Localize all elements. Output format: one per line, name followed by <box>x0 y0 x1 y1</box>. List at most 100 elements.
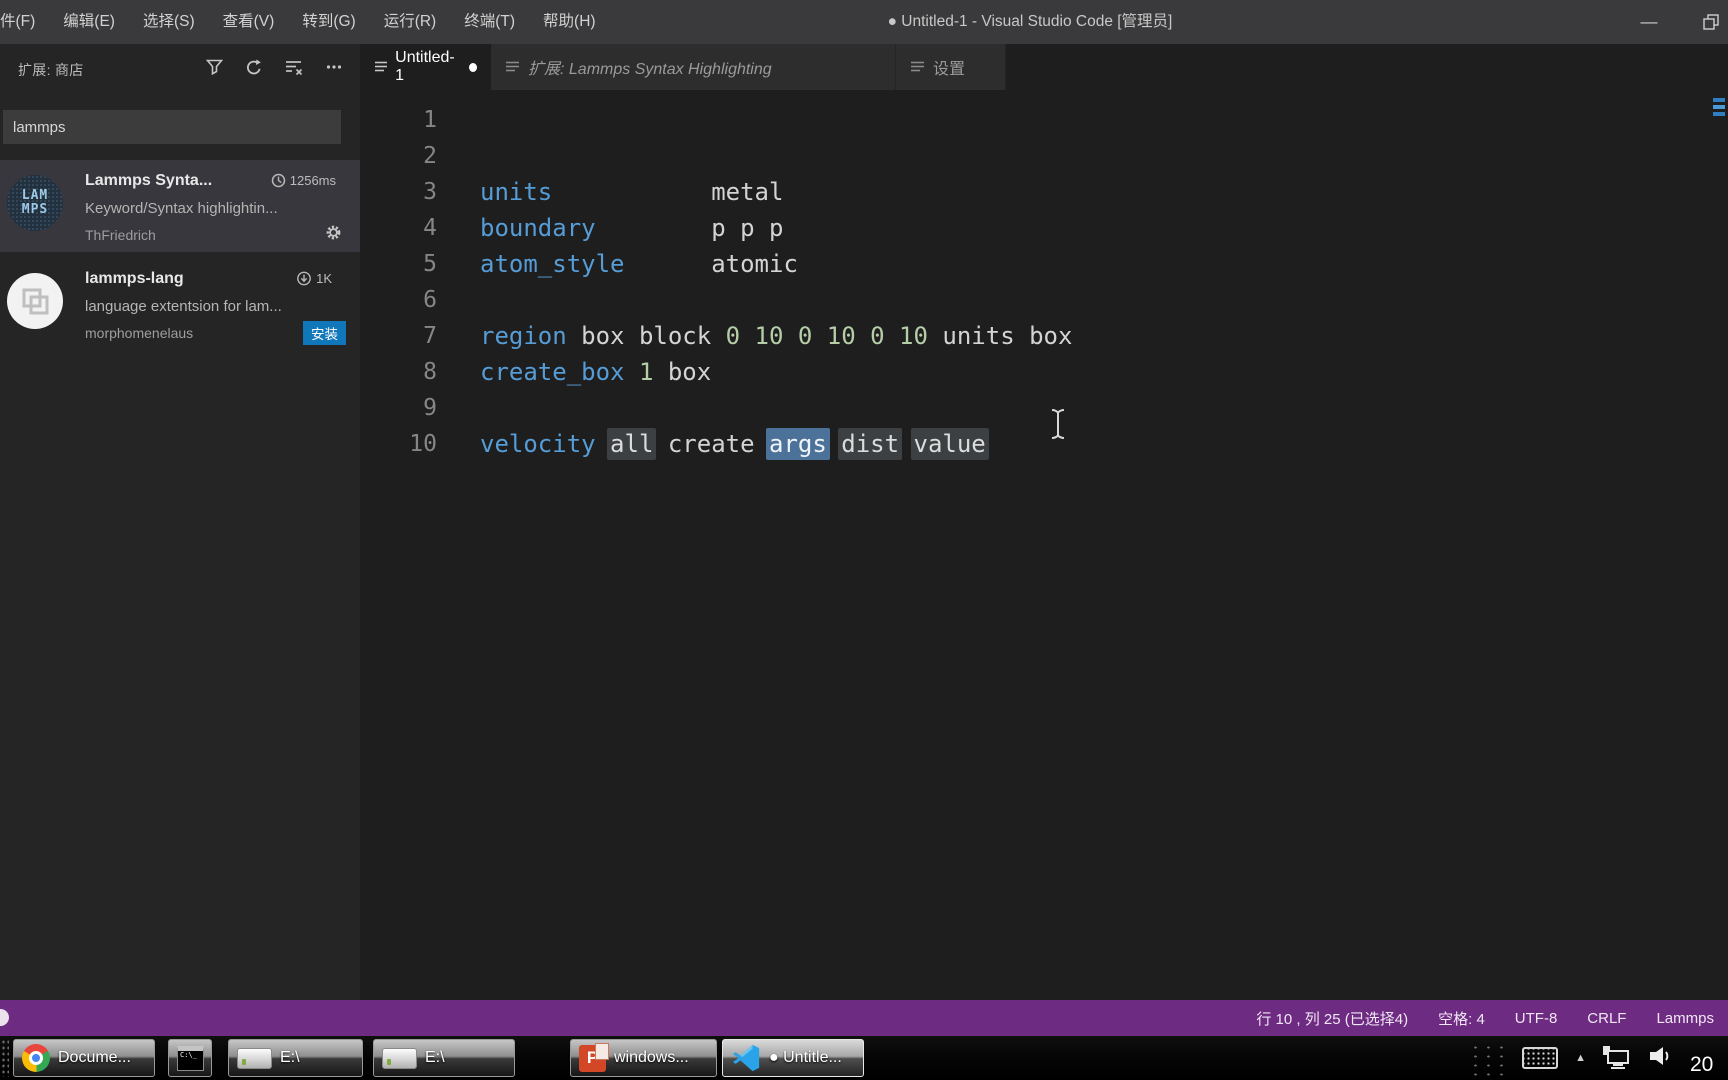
taskbar-button-label: E:\ <box>280 1049 300 1066</box>
code-token: atomic <box>624 250 798 278</box>
lammps-lang-extension-logo <box>7 273 63 329</box>
taskbar-grip <box>1 1039 9 1077</box>
system-tray: ▲ 20 <box>1467 1036 1728 1080</box>
taskbar-clock[interactable]: 20 <box>1690 1053 1724 1077</box>
menu-item-8[interactable]: 帮助(H) <box>529 0 610 44</box>
logo-text: LAM <box>21 188 49 203</box>
code-token: boundary <box>480 214 596 242</box>
code-line-1: 1 <box>360 102 1728 138</box>
mouse-ibeam-cursor <box>1050 408 1066 445</box>
clear-extension-search-icon[interactable] <box>284 57 304 77</box>
taskbar-button-powerpoint[interactable]: Pwindows... <box>570 1039 717 1077</box>
menu-item-5[interactable]: 转到(G) <box>288 0 369 44</box>
speaker-tray-icon[interactable] <box>1648 1044 1673 1073</box>
code-token: create <box>653 430 769 458</box>
extensions-sidebar: 扩展: 商店 LAM MPS Lammps Synta... 1256ms <box>0 44 360 1000</box>
tab-label: 扩展: Lammps Syntax Highlighting <box>528 61 772 78</box>
code-token: units <box>480 178 553 206</box>
keyboard-tray-icon[interactable] <box>1522 1047 1559 1069</box>
file-icon <box>375 61 388 72</box>
taskbar-button-explorer-e1[interactable]: E:\ <box>228 1039 363 1077</box>
encoding-indicator[interactable]: UTF-8 <box>1515 1010 1558 1027</box>
load-time-value: 1256ms <box>289 173 336 188</box>
editor-tabs-bar: Untitled-1 扩展: Lammps Syntax Highlightin… <box>360 44 1728 90</box>
unsaved-changes-dot[interactable] <box>469 62 477 72</box>
status-bar-items: 行 10 , 列 25 (已选择4) 空格: 4 UTF-8 CRLF Lammps <box>1256 1000 1714 1036</box>
show-hidden-icons-arrow[interactable]: ▲ <box>1575 1052 1586 1064</box>
menu-item-2[interactable]: 编辑(E) <box>49 0 129 44</box>
code-token: create_box <box>480 358 625 386</box>
code-token: box <box>653 358 712 386</box>
more-actions-icon[interactable] <box>324 57 344 77</box>
network-tray-icon[interactable] <box>1603 1046 1631 1070</box>
line-content: create_box 1 box <box>480 354 711 390</box>
menu-item-7[interactable]: 终端(T) <box>450 0 529 44</box>
vscode-icon <box>731 1043 761 1073</box>
code-line-4: 4 boundary p p p <box>360 210 1728 246</box>
snippet-placeholder: value <box>910 428 989 460</box>
code-line-9: 9 <box>360 390 1728 426</box>
filter-icon[interactable] <box>204 57 224 77</box>
extension-list-item-lammps-syntax[interactable]: LAM MPS Lammps Synta... 1256ms Keyword/S… <box>0 160 360 252</box>
code-token: metal <box>552 178 784 206</box>
tab-untitled-1[interactable]: Untitled-1 <box>360 44 491 90</box>
extension-description: language extentsion for lam... <box>85 298 282 315</box>
chrome-icon <box>22 1044 50 1072</box>
file-icon <box>911 61 924 72</box>
drive-icon <box>237 1047 272 1069</box>
menu-item-1[interactable]: 件(F) <box>0 0 49 44</box>
line-number: 1 <box>423 107 437 133</box>
eol-indicator[interactable]: CRLF <box>1587 1010 1626 1027</box>
menu-item-6[interactable]: 运行(R) <box>370 0 451 44</box>
code-area[interactable]: 1 2 3 units metal 4 boundary p p p 5 atom_style… <box>360 90 1728 1000</box>
taskbar-button-explorer-e2[interactable]: E:\ <box>373 1039 515 1077</box>
menu-item-4[interactable]: 查看(V) <box>209 0 289 44</box>
tab-label: Untitled-1 <box>395 49 455 84</box>
refresh-icon[interactable] <box>244 57 264 77</box>
cloud-download-icon <box>297 271 311 286</box>
overview-ruler-decoration <box>1713 98 1725 124</box>
code-token: region <box>480 322 567 350</box>
tab-settings[interactable]: 设置 <box>896 44 1006 90</box>
status-remote-icon[interactable] <box>0 1009 9 1026</box>
restore-button[interactable] <box>1688 0 1728 44</box>
line-number: 9 <box>423 395 437 421</box>
tab-extension-lammps-syntax-highlighting[interactable]: 扩展: Lammps Syntax Highlighting <box>491 44 896 90</box>
code-line-7: 7 region box block 0 10 0 10 0 10 units b… <box>360 318 1728 354</box>
taskbar-button-chrome[interactable]: Docume... <box>13 1039 155 1077</box>
logo-text: MPS <box>21 202 49 217</box>
line-number: 5 <box>423 251 437 277</box>
line-number: 2 <box>423 143 437 169</box>
line-number: 8 <box>423 359 437 385</box>
code-line-8: 8 create_box 1 box <box>360 354 1728 390</box>
clock-icon <box>271 173 285 188</box>
menu-item-3[interactable]: 选择(S) <box>129 0 209 44</box>
install-button[interactable]: 安装 <box>303 321 346 345</box>
code-token: 0 10 0 10 0 10 <box>725 322 928 350</box>
taskbar-button-label: ● Untitle... <box>769 1049 842 1066</box>
code-line-2: 2 <box>360 138 1728 174</box>
indentation-indicator[interactable]: 空格: 4 <box>1438 1008 1485 1029</box>
editor-region: Untitled-1 扩展: Lammps Syntax Highlightin… <box>360 44 1728 1000</box>
line-number: 4 <box>423 215 437 241</box>
extension-name: Lammps Synta... <box>85 172 213 189</box>
file-icon <box>506 61 519 72</box>
code-token: 1 <box>638 358 654 386</box>
line-content: region box block 0 10 0 10 0 10 units bo… <box>480 318 1072 354</box>
minimize-button[interactable]: — <box>1626 0 1672 44</box>
gear-icon[interactable] <box>325 224 342 246</box>
line-number: 7 <box>423 323 437 349</box>
cursor-position-indicator[interactable]: 行 10 , 列 25 (已选择4) <box>1256 1008 1408 1029</box>
language-mode-indicator[interactable]: Lammps <box>1656 1010 1714 1027</box>
extension-list-item-lammps-lang[interactable]: lammps-lang 1K language extentsion for l… <box>0 258 360 350</box>
extension-search-input[interactable] <box>3 110 341 144</box>
tray-grip-dots <box>1467 1040 1506 1076</box>
line-number: 6 <box>423 287 437 313</box>
taskbar-button-cmd[interactable]: C:\_ <box>168 1039 212 1077</box>
command-prompt-icon: C:\_ <box>177 1045 204 1071</box>
code-line-3: 3 units metal <box>360 174 1728 210</box>
titlebar: 件(F) 编辑(E) 选择(S) 查看(V) 转到(G) 运行(R) 终端(T) 帮助(H) … <box>0 0 1728 44</box>
line-number: 3 <box>423 179 437 205</box>
taskbar-button-vscode[interactable]: ● Untitle... <box>722 1039 864 1077</box>
